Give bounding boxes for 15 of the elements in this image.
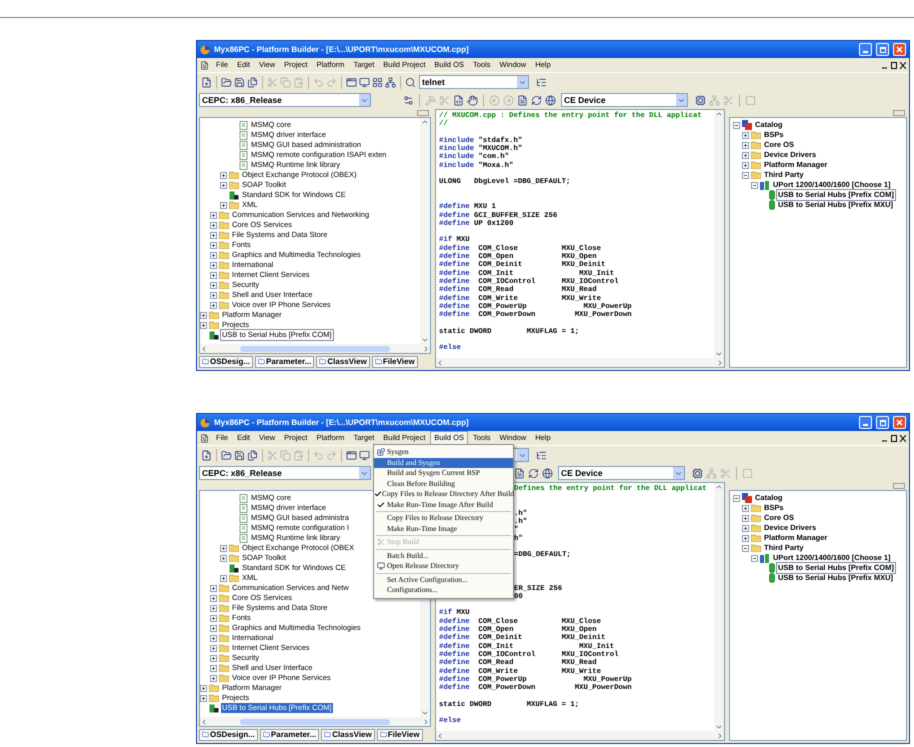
tab[interactable]: FileView	[376, 728, 423, 740]
tab[interactable]: FileView	[372, 356, 418, 368]
dropdown-field[interactable]: CE Device	[561, 93, 688, 107]
tab[interactable]: ClassView	[316, 356, 370, 368]
tab[interactable]: ClassView	[321, 728, 375, 740]
tab[interactable]: OSDesign...	[199, 728, 258, 740]
tab[interactable]: Parameter...	[255, 356, 314, 368]
window-title: Myx86PC - Platform Builder - [E:\...\UPORT\mxucom\MXUCOM.cpp]	[214, 416, 470, 428]
dropdown-field[interactable]: CE Device	[558, 466, 685, 480]
dropdown-field[interactable]: CEPC: x86_Release	[199, 466, 371, 480]
dropdown-field[interactable]: CEPC: x86_Release	[199, 93, 371, 107]
dropdown-field[interactable]: telnet	[419, 75, 529, 89]
tab[interactable]: Parameter...	[260, 728, 320, 740]
tab[interactable]: OSDesig...	[199, 356, 254, 368]
window-title: Myx86PC - Platform Builder - [E:\...\UPORT\mxucom\MXUCOM.cpp]	[214, 44, 470, 56]
